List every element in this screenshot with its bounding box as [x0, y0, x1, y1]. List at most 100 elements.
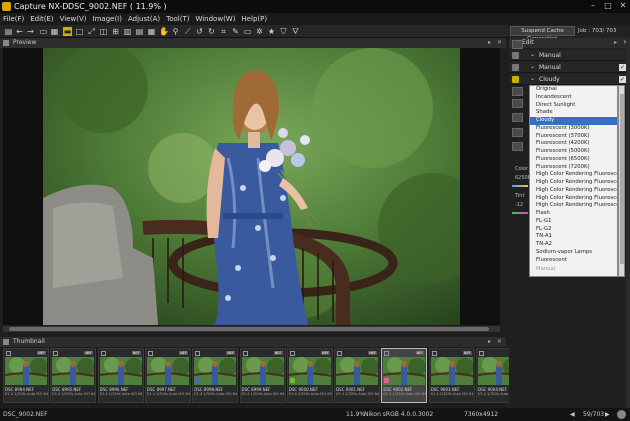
menu-edit[interactable]: Edit(E): [27, 13, 56, 25]
edit-row-checkbox[interactable]: ✓: [619, 76, 626, 83]
filter-off-icon[interactable]: ⛛: [291, 27, 300, 36]
dropdown-option[interactable]: TN-A1: [530, 233, 617, 241]
thumbnail-item[interactable]: NEF DSC 8994.NEF f/1.4 1/320s Auto ISO 64: [3, 348, 49, 403]
dropdown-option[interactable]: High Color Rendering Fluorescen...: [530, 179, 617, 187]
dropdown-option[interactable]: High Color Rendering Fluorescen...: [530, 195, 617, 203]
dropdown-option[interactable]: Sodium-vapor Lamps: [530, 249, 617, 257]
preview-area[interactable]: [3, 48, 500, 325]
thumbnail-checkbox[interactable]: [384, 351, 390, 356]
folder-icon[interactable]: ▭: [39, 27, 48, 36]
scrollbar-thumb[interactable]: [620, 94, 624, 264]
dropdown-option[interactable]: Fluorescent (7200K): [530, 164, 617, 172]
dropdown-option[interactable]: Manual: [530, 266, 617, 274]
edit-row-exposure[interactable]: ⌄ Manual ✓: [509, 62, 630, 73]
menu-image[interactable]: Image(I): [90, 13, 125, 25]
forward-icon[interactable]: →: [26, 27, 35, 36]
edit-panel-scrollbar[interactable]: [626, 38, 630, 408]
thumbnail-item[interactable]: NEF DSC 9001.NEF f/1.4 1/320s Auto ISO 64: [334, 348, 381, 403]
dropdown-option[interactable]: Fluorescent (5000K): [530, 148, 617, 156]
grid-icon[interactable]: ▦: [147, 27, 156, 36]
panel-pin-icon[interactable]: ▸: [488, 337, 491, 347]
dropdown-option[interactable]: Original: [530, 86, 617, 94]
retouch-icon[interactable]: ✎: [231, 27, 240, 36]
panel-toggle-icon[interactable]: [3, 339, 9, 345]
chevron-down-icon[interactable]: ⌄: [530, 63, 535, 70]
wb-picker-icon[interactable]: ⚲: [171, 27, 180, 36]
compare-four-icon[interactable]: ⊞: [111, 27, 120, 36]
wb-label-icon[interactable]: [512, 128, 523, 137]
panel-toggle-icon[interactable]: [3, 40, 9, 46]
back-icon[interactable]: ←: [15, 27, 24, 36]
thumbnail-item[interactable]: NEF DSC 8996.NEF f/1.4 1/320s Auto ISO 64: [97, 348, 144, 403]
suspend-cache-button[interactable]: Suspend Cache Generation: [510, 26, 575, 42]
before-after-icon[interactable]: ▥: [123, 27, 132, 36]
minimize-icon[interactable]: –: [586, 1, 600, 11]
dropdown-option[interactable]: Shade: [530, 109, 617, 117]
picker-tool-icon[interactable]: [512, 113, 523, 122]
print-icon[interactable]: ▤: [4, 27, 13, 36]
thumbnail-item[interactable]: NEF DSC 8997.NEF f/1.4 1/320s Auto ISO 64: [144, 348, 191, 403]
thumbnail-item[interactable]: NEF DSC 9000.NEF f/1.4 1/320s Auto ISO 64: [286, 348, 333, 403]
dropdown-option[interactable]: Cloudy: [530, 117, 617, 125]
dropdown-option[interactable]: FL-G1: [530, 218, 617, 226]
dropdown-option[interactable]: Fluorescent (4200K): [530, 140, 617, 148]
compare-tool-icon[interactable]: [512, 99, 523, 108]
crop-icon[interactable]: ⌗: [219, 27, 228, 36]
edit-row-checkbox[interactable]: ✓: [619, 64, 626, 71]
white-balance-dropdown[interactable]: Original Incandescent Direct Sunlight Shade…: [529, 85, 618, 277]
single-view-icon[interactable]: □: [75, 27, 84, 36]
menu-help[interactable]: Help(P): [238, 13, 270, 25]
thumbnail-checkbox[interactable]: [195, 351, 201, 356]
menu-window[interactable]: Window(W): [192, 13, 238, 25]
dropdown-scrollbar[interactable]: [618, 85, 625, 277]
hand-tool-icon[interactable]: ✋: [159, 27, 169, 36]
layout-icon[interactable]: ▤: [135, 27, 144, 36]
dropdown-option[interactable]: Incandescent: [530, 94, 617, 102]
prev-page-icon[interactable]: ◀: [570, 408, 575, 421]
menu-file[interactable]: File(F): [0, 13, 27, 25]
thumbnail-item[interactable]: NEF DSC 9003.NEF f/1.4 1/320s Auto ISO 64: [428, 348, 475, 403]
thumbnail-checkbox[interactable]: [289, 351, 295, 356]
dropdown-option[interactable]: Fluorescent (3000K): [530, 125, 617, 133]
rotate-right-icon[interactable]: ↻: [207, 27, 216, 36]
compare-icon[interactable]: ◫: [99, 27, 108, 36]
filter-icon[interactable]: ⛉: [279, 27, 288, 36]
panel-pin-icon[interactable]: ▸: [614, 38, 617, 48]
thumbnail-item[interactable]: NEF DSC 8999.NEF f/1.4 1/320s Auto ISO 64: [239, 348, 286, 403]
menu-view[interactable]: View(V): [57, 13, 90, 25]
wb-tool-icon[interactable]: [512, 87, 523, 96]
rotate-left-icon[interactable]: ↺: [195, 27, 204, 36]
tint-slider[interactable]: [512, 212, 528, 214]
edit-tool-icon[interactable]: [512, 40, 523, 49]
chevron-down-icon[interactable]: ⌄: [530, 75, 535, 82]
dropdown-option[interactable]: TN-A2: [530, 241, 617, 249]
chevron-down-icon[interactable]: ⌄: [530, 51, 535, 58]
thumbnail-checkbox[interactable]: [6, 351, 11, 356]
dropdown-option[interactable]: High Color Rendering Fluorescen...: [530, 171, 617, 179]
dropdown-option[interactable]: Fluorescent (6500K): [530, 156, 617, 164]
thumbnail-checkbox[interactable]: [431, 351, 437, 356]
thumbnail-item[interactable]: NEF DSC 9002.NEF f/1.4 1/320s Auto ISO 64: [381, 348, 428, 403]
panel-close-icon[interactable]: ✕: [497, 38, 502, 48]
thumbnail-checkbox[interactable]: [337, 351, 343, 356]
panel-pin-icon[interactable]: ▸: [488, 38, 491, 48]
dropdown-option[interactable]: Fluorescent: [530, 257, 617, 265]
grid-view-icon[interactable]: ▦: [50, 27, 59, 36]
thumbnail-item[interactable]: NEF DSC 8995.NEF f/1.4 1/320s Auto ISO 64: [50, 348, 97, 403]
fullscreen-icon[interactable]: ⤢: [87, 27, 96, 36]
temp-slider[interactable]: [512, 185, 528, 187]
thumbnail-item[interactable]: NEF DSC 8998.NEF f/1.4 1/320s Auto ISO 64: [192, 348, 239, 403]
thumbnail-checkbox[interactable]: [242, 351, 248, 356]
collapse-icon[interactable]: [512, 142, 523, 151]
edit-row-white-balance[interactable]: ⌄ Cloudy ✓: [509, 74, 630, 85]
thumbnail-checkbox[interactable]: [53, 351, 59, 356]
gear-icon[interactable]: ✲: [255, 27, 264, 36]
dropdown-option[interactable]: High Color Rendering Fluorescen...: [530, 202, 617, 210]
dropdown-option[interactable]: High Color Rendering Fluorescen...: [530, 187, 617, 195]
menu-tool[interactable]: Tool(T): [163, 13, 192, 25]
dropdown-option[interactable]: Flash: [530, 210, 617, 218]
thumbnail-checkbox[interactable]: [100, 351, 106, 356]
dropdown-option[interactable]: Direct Sunlight: [530, 102, 617, 110]
edit-row-picture-control[interactable]: ⌄ Manual: [509, 50, 630, 61]
maximize-icon[interactable]: □: [601, 1, 615, 11]
